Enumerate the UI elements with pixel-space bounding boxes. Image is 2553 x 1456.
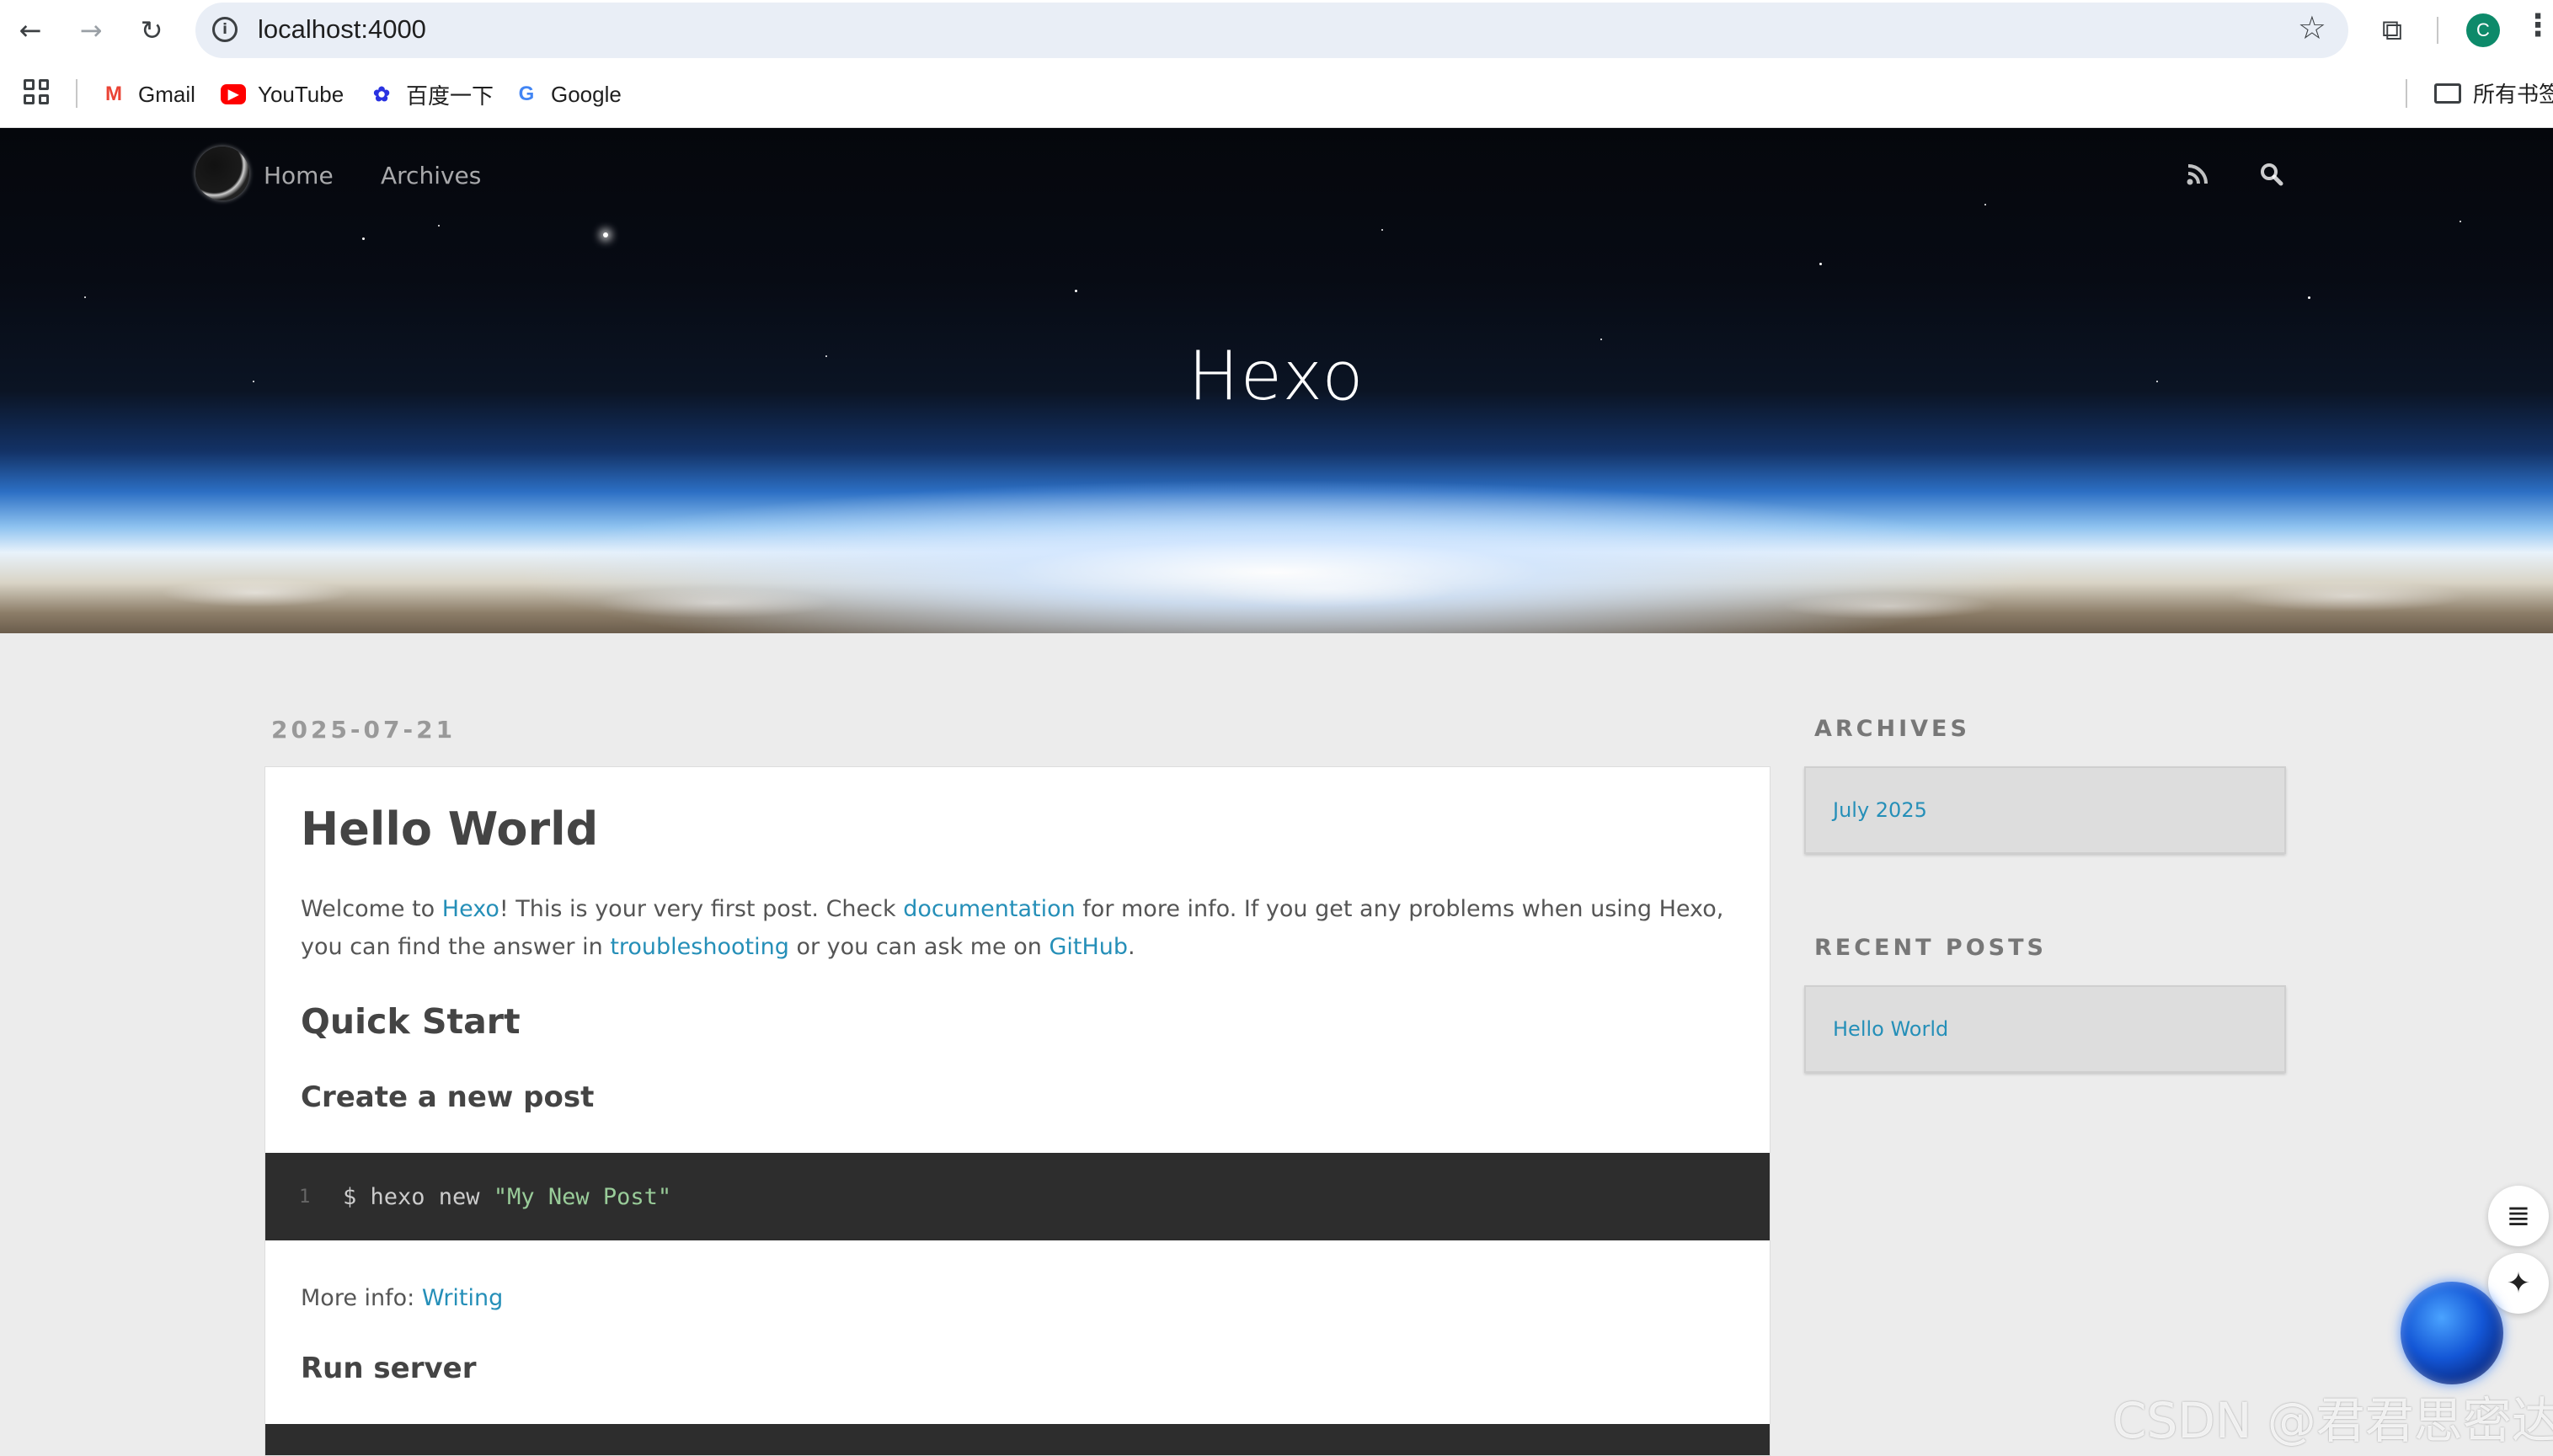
recent-post-link[interactable]: Hello World bbox=[1833, 1017, 1948, 1041]
recent-posts-widget-title: RECENT POSTS bbox=[1814, 935, 2047, 961]
search-icon[interactable] bbox=[2257, 160, 2286, 189]
bookmark-label: Gmail bbox=[138, 81, 195, 107]
address-bar[interactable]: i localhost:4000 ☆ bbox=[195, 3, 2348, 58]
assistant-orb[interactable] bbox=[2401, 1282, 2503, 1384]
profile-avatar[interactable]: C bbox=[2466, 13, 2500, 47]
troubleshooting-link[interactable]: troubleshooting bbox=[610, 934, 789, 960]
bookmark-gmail[interactable]: M Gmail bbox=[101, 77, 195, 111]
documentation-link[interactable]: documentation bbox=[903, 896, 1076, 922]
youtube-icon: ▶ bbox=[221, 84, 246, 104]
github-link[interactable]: GitHub bbox=[1049, 934, 1128, 960]
archives-widget: July 2025 bbox=[1804, 766, 2286, 854]
all-bookmarks-label: 所有书签 bbox=[2473, 82, 2553, 107]
site-info-icon[interactable]: i bbox=[212, 17, 238, 42]
writing-link[interactable]: Writing bbox=[422, 1285, 503, 1311]
archive-month-link[interactable]: July 2025 bbox=[1833, 798, 1927, 822]
nav-home-link[interactable]: Home bbox=[264, 162, 334, 189]
bookmark-star-icon[interactable]: ☆ bbox=[2298, 9, 2326, 46]
star bbox=[1819, 263, 1822, 265]
forward-button[interactable]: → bbox=[71, 10, 111, 51]
star bbox=[2460, 221, 2461, 222]
code-block-new-post: 1 $ hexo new "My New Post" bbox=[265, 1153, 1770, 1240]
bookmark-label: 百度一下 bbox=[406, 83, 494, 109]
folder-icon bbox=[2434, 83, 2461, 104]
star bbox=[438, 225, 440, 227]
translate-icon[interactable]: ≣ bbox=[2488, 1186, 2549, 1246]
bookmarks-bar: M Gmail ▶ YouTube ✿ 百度一下 G Google 所有书签 bbox=[0, 61, 2553, 128]
create-post-heading: Create a new post bbox=[301, 1080, 595, 1114]
intro-text: Welcome to bbox=[301, 896, 442, 922]
star bbox=[603, 232, 608, 237]
reload-button[interactable]: ↻ bbox=[131, 10, 172, 51]
apps-grid-icon[interactable] bbox=[24, 79, 49, 104]
cloud-layer bbox=[0, 566, 2553, 633]
rss-icon[interactable] bbox=[2183, 160, 2212, 189]
bookmark-label: YouTube bbox=[258, 81, 344, 107]
browser-toolbar: ← → ↻ i localhost:4000 ☆ ⧉ C ⋮ bbox=[0, 0, 2553, 61]
code-command: $ hexo new "My New Post" bbox=[343, 1184, 671, 1210]
run-server-heading: Run server bbox=[301, 1352, 477, 1385]
google-icon: G bbox=[518, 83, 535, 105]
recent-posts-widget: Hello World bbox=[1804, 985, 2286, 1073]
code-command-text: $ hexo new bbox=[343, 1183, 494, 1210]
bookmark-google[interactable]: G Google bbox=[514, 77, 622, 111]
hero-banner: Home Archives Hexo bbox=[0, 128, 2553, 633]
quick-start-heading: Quick Start bbox=[301, 1001, 521, 1042]
code-block-run-server bbox=[265, 1424, 1770, 1455]
star bbox=[1075, 290, 1077, 292]
extensions-icon[interactable]: ⧉ bbox=[2374, 12, 2411, 49]
archives-widget-title: ARCHIVES bbox=[1814, 716, 1970, 742]
more-info-label: More info: bbox=[301, 1285, 422, 1311]
intro-text: or you can ask me on bbox=[788, 934, 1050, 960]
post-title[interactable]: Hello World bbox=[301, 803, 598, 856]
star bbox=[2308, 296, 2310, 299]
star bbox=[1984, 204, 1986, 205]
toolbar-divider bbox=[2437, 17, 2438, 44]
browser-menu-icon[interactable]: ⋮ bbox=[2523, 8, 2553, 43]
gmail-icon: M bbox=[105, 83, 122, 105]
all-bookmarks-folder[interactable]: 所有书签 bbox=[2434, 77, 2553, 109]
post-article: Hello World Welcome to Hexo! This is you… bbox=[264, 766, 1771, 1456]
url-text[interactable]: localhost:4000 bbox=[258, 14, 426, 45]
post-intro-paragraph: Welcome to Hexo! This is your very first… bbox=[301, 890, 1749, 966]
more-info-paragraph: More info: Writing bbox=[301, 1279, 503, 1317]
sparkle-ai-icon[interactable]: ✦ bbox=[2488, 1253, 2549, 1314]
back-button[interactable]: ← bbox=[10, 10, 51, 51]
csdn-watermark: CSDN @君君思密达 bbox=[2112, 1392, 2553, 1449]
intro-text: . bbox=[1128, 934, 1135, 960]
bookmark-youtube[interactable]: ▶ YouTube bbox=[221, 77, 344, 111]
site-logo[interactable] bbox=[195, 147, 249, 200]
site-title[interactable]: Hexo bbox=[0, 337, 2553, 415]
bookmarks-right-divider bbox=[2406, 79, 2407, 108]
bookmark-baidu[interactable]: ✿ 百度一下 bbox=[369, 77, 494, 111]
nav-archives-link[interactable]: Archives bbox=[381, 162, 481, 189]
code-string: "My New Post" bbox=[493, 1183, 672, 1210]
bookmarks-divider bbox=[76, 79, 77, 108]
post-date[interactable]: 2025-07-21 bbox=[271, 716, 456, 744]
baidu-icon: ✿ bbox=[372, 83, 391, 106]
code-line-number: 1 bbox=[299, 1186, 311, 1208]
bookmark-label: Google bbox=[551, 81, 622, 107]
star bbox=[362, 237, 365, 240]
star bbox=[1381, 229, 1383, 231]
star bbox=[84, 296, 86, 298]
hexo-link[interactable]: Hexo bbox=[442, 896, 499, 922]
intro-text: ! This is your very first post. Check bbox=[499, 896, 904, 922]
